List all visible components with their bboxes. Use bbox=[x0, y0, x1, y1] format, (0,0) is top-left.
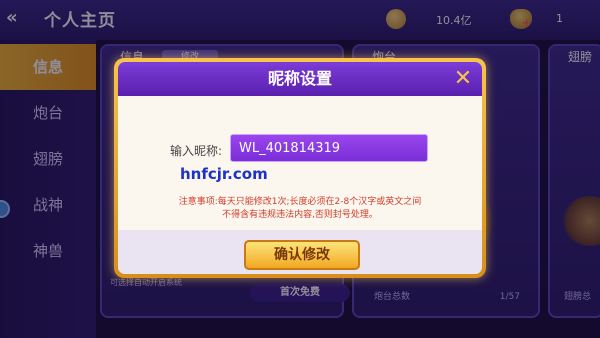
nickname-dialog-body: 昵称设置 ✕ 输入昵称: hnfcjr.com 注意事项:每天只能修改1次;长度… bbox=[118, 62, 482, 274]
close-x-icon: ✕ bbox=[453, 66, 473, 91]
nickname-dialog: 昵称设置 ✕ 输入昵称: hnfcjr.com 注意事项:每天只能修改1次;长度… bbox=[114, 58, 486, 278]
notice-text: 注意事项:每天只能修改1次;长度必须在2-8个汉字或英文之间 不得含有违规违法内… bbox=[118, 196, 482, 222]
watermark-text: hnfcjr.com bbox=[180, 165, 268, 183]
nickname-input[interactable] bbox=[230, 134, 428, 162]
confirm-button[interactable]: 确认修改 bbox=[244, 240, 360, 270]
notice-line-1: 注意事项:每天只能修改1次;长度必须在2-8个汉字或英文之间 bbox=[178, 197, 422, 207]
notice-line-2: 不得含有违规违法内容,否则封号处理。 bbox=[222, 210, 378, 220]
close-button[interactable]: ✕ bbox=[452, 68, 474, 90]
nickname-label: 输入昵称: bbox=[170, 144, 223, 158]
dialog-title: 昵称设置 bbox=[267, 69, 332, 88]
